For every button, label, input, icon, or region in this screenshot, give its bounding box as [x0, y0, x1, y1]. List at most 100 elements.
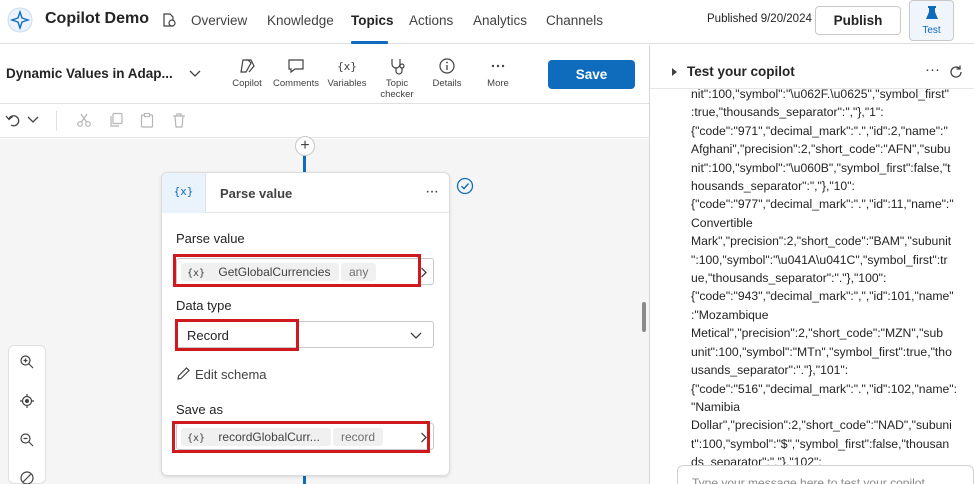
copilot-icon: [240, 59, 255, 73]
copilot-tool-label: Copilot: [232, 78, 262, 89]
variable-pill[interactable]: {x} recordGlobalCurr...: [181, 428, 331, 446]
topic-checker-tool-label: Topic checker: [380, 78, 414, 100]
topic-name[interactable]: Dynamic Values in Adap...: [6, 66, 173, 81]
add-node-button[interactable]: +: [295, 136, 315, 156]
test-panel: Test your copilot ··· nit":100,"symbol":…: [650, 45, 974, 484]
save-variable-name: recordGlobalCurr...: [218, 430, 320, 444]
editor-toolbar: Dynamic Values in Adap... Copilot Commen…: [0, 45, 649, 104]
copilot-settings-icon[interactable]: [160, 11, 178, 29]
comments-tool-label: Comments: [273, 78, 319, 89]
variable-icon: {x}: [162, 173, 206, 213]
paste-icon[interactable]: [139, 112, 155, 128]
output-line: nit":100,"symbol":"\u062F.\u0625","symbo…: [691, 87, 949, 101]
comment-icon: [288, 59, 304, 74]
node-title: Parse value: [220, 186, 293, 201]
output-line: unit":100,"symbol":"MTn","symbol_first":…: [691, 344, 952, 359]
recenter-icon[interactable]: [19, 393, 35, 409]
more-tool[interactable]: More: [475, 57, 521, 89]
tab-channels[interactable]: Channels: [546, 13, 603, 28]
flow-connector: [303, 476, 306, 484]
divider: [56, 111, 57, 131]
node-more-icon[interactable]: ···: [425, 183, 439, 201]
check-circle-icon: [456, 177, 474, 195]
output-line: ue,"thousands_separator":"."},"100":: [691, 271, 887, 286]
variable-icon: {x}: [187, 433, 206, 444]
flask-icon: [925, 6, 938, 19]
chevron-right-icon[interactable]: [420, 267, 428, 278]
cut-icon[interactable]: [76, 112, 92, 128]
output-line: t":100,"symbol":"$","symbol_first":false…: [691, 436, 950, 451]
canvas-scrollbar[interactable]: [642, 302, 646, 332]
more-tool-label: More: [487, 78, 509, 89]
test-panel-title: Test your copilot: [687, 64, 795, 79]
chevron-down-icon[interactable]: [410, 332, 422, 340]
more-icon: [491, 64, 505, 68]
stethoscope-icon: [391, 59, 405, 75]
chevron-down-icon[interactable]: [27, 116, 39, 124]
node-header: {x} Parse value ···: [162, 173, 449, 213]
topic-checker-tool[interactable]: Topic checker: [374, 57, 420, 100]
output-line: Afghani","precision":2,"short_code":"AFN…: [691, 142, 951, 157]
tab-topics[interactable]: Topics: [351, 13, 394, 28]
data-type-value: Record: [187, 328, 229, 343]
edit-schema-button[interactable]: Edit schema: [176, 366, 267, 382]
details-tool-label: Details: [432, 78, 462, 89]
parse-value-input[interactable]: {x} GetGlobalCurrencies any: [176, 258, 434, 285]
variable-pill[interactable]: {x} GetGlobalCurrencies: [181, 263, 339, 281]
variables-tool[interactable]: {x} Variables: [324, 57, 370, 89]
output-line: {"code":"516","decimal_mark":".","id":10…: [691, 381, 958, 396]
svg-text:{x}: {x}: [337, 60, 357, 73]
zoom-controls: [8, 345, 46, 484]
copilot-logo-icon: [7, 7, 33, 33]
comments-tool[interactable]: Comments: [273, 57, 319, 89]
minimap-icon[interactable]: [19, 470, 35, 484]
output-line: Convertible: [691, 215, 753, 230]
chat-message-output: nit":100,"symbol":"\u062F.\u0625","symbo…: [691, 85, 966, 472]
details-tool[interactable]: Details: [424, 57, 470, 89]
variables-tool-label: Variables: [327, 78, 367, 89]
save-button[interactable]: Save: [548, 60, 635, 89]
more-options-icon[interactable]: ···: [925, 61, 940, 78]
active-tab-indicator: [351, 41, 388, 44]
test-button[interactable]: Test: [909, 0, 954, 41]
zoom-out-icon[interactable]: [19, 432, 35, 448]
tab-analytics[interactable]: Analytics: [473, 13, 527, 28]
app-title: Copilot Demo: [45, 10, 149, 27]
edit-schema-label: Edit schema: [195, 367, 267, 382]
parse-variable-type: any: [341, 263, 377, 281]
variable-icon: {x}: [187, 268, 206, 279]
chat-message-input[interactable]: Type your message here to test your copi…: [677, 465, 974, 484]
output-line: {"code":"943","decimal_mark":",","id":10…: [691, 289, 954, 304]
chat-input-placeholder: Type your message here to test your copi…: [692, 476, 925, 484]
output-line: usands_separator":"."},"101":: [691, 363, 849, 378]
output-line: "Namibia: [691, 399, 741, 414]
output-line: housands_separator":","},"10":: [691, 179, 855, 194]
undo-icon[interactable]: [5, 112, 21, 128]
output-line: {"code":"971","decimal_mark":".","id":2,…: [691, 123, 948, 138]
caret-right-icon[interactable]: [672, 68, 677, 76]
copilot-tool[interactable]: Copilot: [224, 57, 270, 89]
copy-icon[interactable]: [108, 112, 124, 128]
test-panel-header: Test your copilot ···: [650, 45, 974, 89]
output-line: Dollar","precision":2,"short_code":"NAD"…: [691, 418, 952, 433]
output-line: ":100,"symbol":"\u041A\u041C","symbol_fi…: [691, 252, 948, 267]
publish-button[interactable]: Publish: [815, 6, 901, 35]
save-as-input[interactable]: {x} recordGlobalCurr... record: [176, 423, 434, 450]
zoom-in-icon[interactable]: [19, 354, 35, 370]
variables-icon: {x}: [337, 60, 357, 73]
output-line: :true,"thousands_separator":","},"1":: [691, 105, 884, 120]
info-icon: [439, 58, 455, 74]
output-line: {"code":"977","decimal_mark":".","id":11…: [691, 197, 954, 212]
save-variable-type: record: [333, 428, 384, 446]
chevron-right-icon[interactable]: [420, 432, 428, 443]
save-as-label: Save as: [176, 402, 223, 417]
refresh-icon[interactable]: [948, 64, 964, 80]
data-type-label: Data type: [176, 298, 232, 313]
tab-actions[interactable]: Actions: [409, 13, 453, 28]
tab-knowledge[interactable]: Knowledge: [267, 13, 334, 28]
chevron-down-icon[interactable]: [189, 70, 201, 78]
delete-icon[interactable]: [171, 112, 187, 128]
tab-overview[interactable]: Overview: [191, 13, 247, 28]
edit-toolbar: [0, 104, 649, 138]
data-type-dropdown[interactable]: Record: [176, 321, 434, 348]
